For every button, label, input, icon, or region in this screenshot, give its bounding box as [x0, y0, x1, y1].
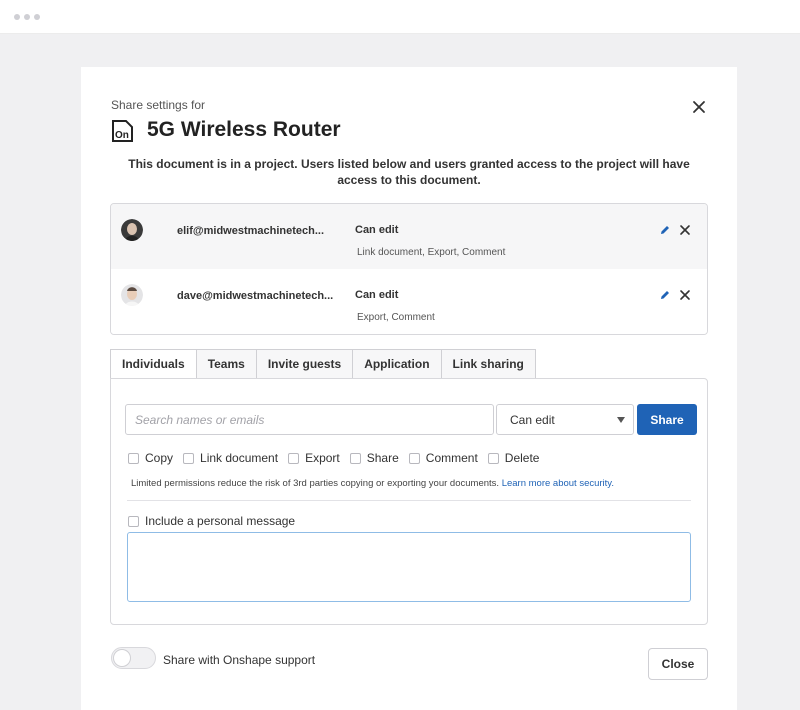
document-title: 5G Wireless Router [147, 118, 341, 141]
tab-application[interactable]: Application [352, 349, 441, 379]
tab-invite-guests[interactable]: Invite guests [255, 349, 353, 379]
tab-link-sharing[interactable]: Link sharing [440, 349, 536, 379]
search-input[interactable] [125, 404, 494, 435]
shared-users-list: elif@midwestmachinetech... Can edit Link… [110, 203, 708, 335]
share-tabs: Individuals Teams Invite guests Applicat… [110, 349, 536, 379]
avatar [121, 219, 143, 241]
toggle-knob [113, 649, 131, 667]
checkbox-label: Export [305, 451, 340, 465]
tab-individuals[interactable]: Individuals [110, 349, 196, 379]
close-button[interactable]: Close [648, 648, 708, 680]
close-icon[interactable] [678, 223, 692, 237]
personal-message-textarea[interactable] [127, 532, 691, 602]
checkbox-box[interactable] [183, 452, 195, 464]
user-email: dave@midwestmachinetech... [177, 290, 334, 302]
share-button[interactable]: Share [637, 404, 697, 435]
checkbox-box[interactable] [487, 452, 499, 464]
checkbox-label: Comment [425, 451, 478, 465]
user-row: elif@midwestmachinetech... Can edit Link… [111, 204, 707, 269]
document-icon-text: On [115, 130, 129, 141]
user-permission-details: Export, Comment [357, 312, 435, 323]
checkbox-box[interactable] [128, 452, 139, 464]
checkbox-label: Share [366, 451, 399, 465]
learn-more-security-link[interactable]: Learn more about security. [502, 478, 614, 489]
onshape-support-toggle[interactable] [111, 647, 156, 669]
permission-checkboxes: Copy Link document Export Share Comment … [128, 451, 549, 465]
checkbox-box[interactable] [349, 452, 361, 464]
onshape-document-icon: On [112, 120, 133, 142]
checkbox-label: Delete [504, 451, 540, 465]
personal-message-label: Include a personal message [145, 514, 296, 528]
close-icon[interactable] [691, 99, 707, 115]
onshape-support-label: Share with Onshape support [163, 653, 316, 667]
delete-checkbox[interactable]: Delete [487, 451, 540, 465]
limited-permissions-text: Limited permissions reduce the risk of 3… [131, 478, 500, 489]
avatar [121, 284, 143, 306]
chevron-down-icon [617, 417, 625, 423]
window-dot-icon [24, 14, 30, 20]
personal-message-checkbox[interactable]: Include a personal message [128, 514, 295, 528]
checkbox-label: Copy [145, 451, 174, 465]
checkbox-box[interactable] [288, 452, 300, 464]
project-access-note: This document is in a project. Users lis… [128, 157, 690, 187]
permission-select[interactable]: Can edit [496, 404, 634, 435]
user-permission-details: Link document, Export, Comment [357, 247, 506, 258]
pencil-icon[interactable] [659, 224, 671, 236]
user-permission: Can edit [355, 289, 399, 301]
link-document-checkbox[interactable]: Link document [183, 451, 278, 465]
pencil-icon[interactable] [659, 289, 671, 301]
share-dialog: Share settings for On 5G Wireless Router… [81, 67, 737, 710]
export-checkbox[interactable]: Export [288, 451, 340, 465]
individuals-panel: Can edit Share Copy Link document Export… [110, 378, 708, 625]
comment-checkbox[interactable]: Comment [408, 451, 478, 465]
share-checkbox[interactable]: Share [349, 451, 399, 465]
checkbox-box[interactable] [408, 452, 420, 464]
permission-select-value: Can edit [510, 412, 555, 427]
window-dot-icon [14, 14, 20, 20]
window-title-bar [0, 0, 800, 34]
window-dots [14, 14, 40, 20]
divider [127, 500, 691, 501]
close-icon[interactable] [678, 288, 692, 302]
user-email: elif@midwestmachinetech... [177, 225, 325, 237]
checkbox-box[interactable] [128, 515, 139, 527]
limited-permissions-note: Limited permissions reduce the risk of 3… [131, 478, 614, 489]
window-dot-icon [34, 14, 40, 20]
user-permission: Can edit [355, 224, 399, 236]
dialog-subtitle: Share settings for [111, 98, 206, 112]
checkbox-label: Link document [200, 451, 279, 465]
copy-checkbox[interactable]: Copy [128, 451, 173, 465]
user-row: dave@midwestmachinetech... Can edit Expo… [111, 269, 707, 334]
tab-teams[interactable]: Teams [195, 349, 256, 379]
